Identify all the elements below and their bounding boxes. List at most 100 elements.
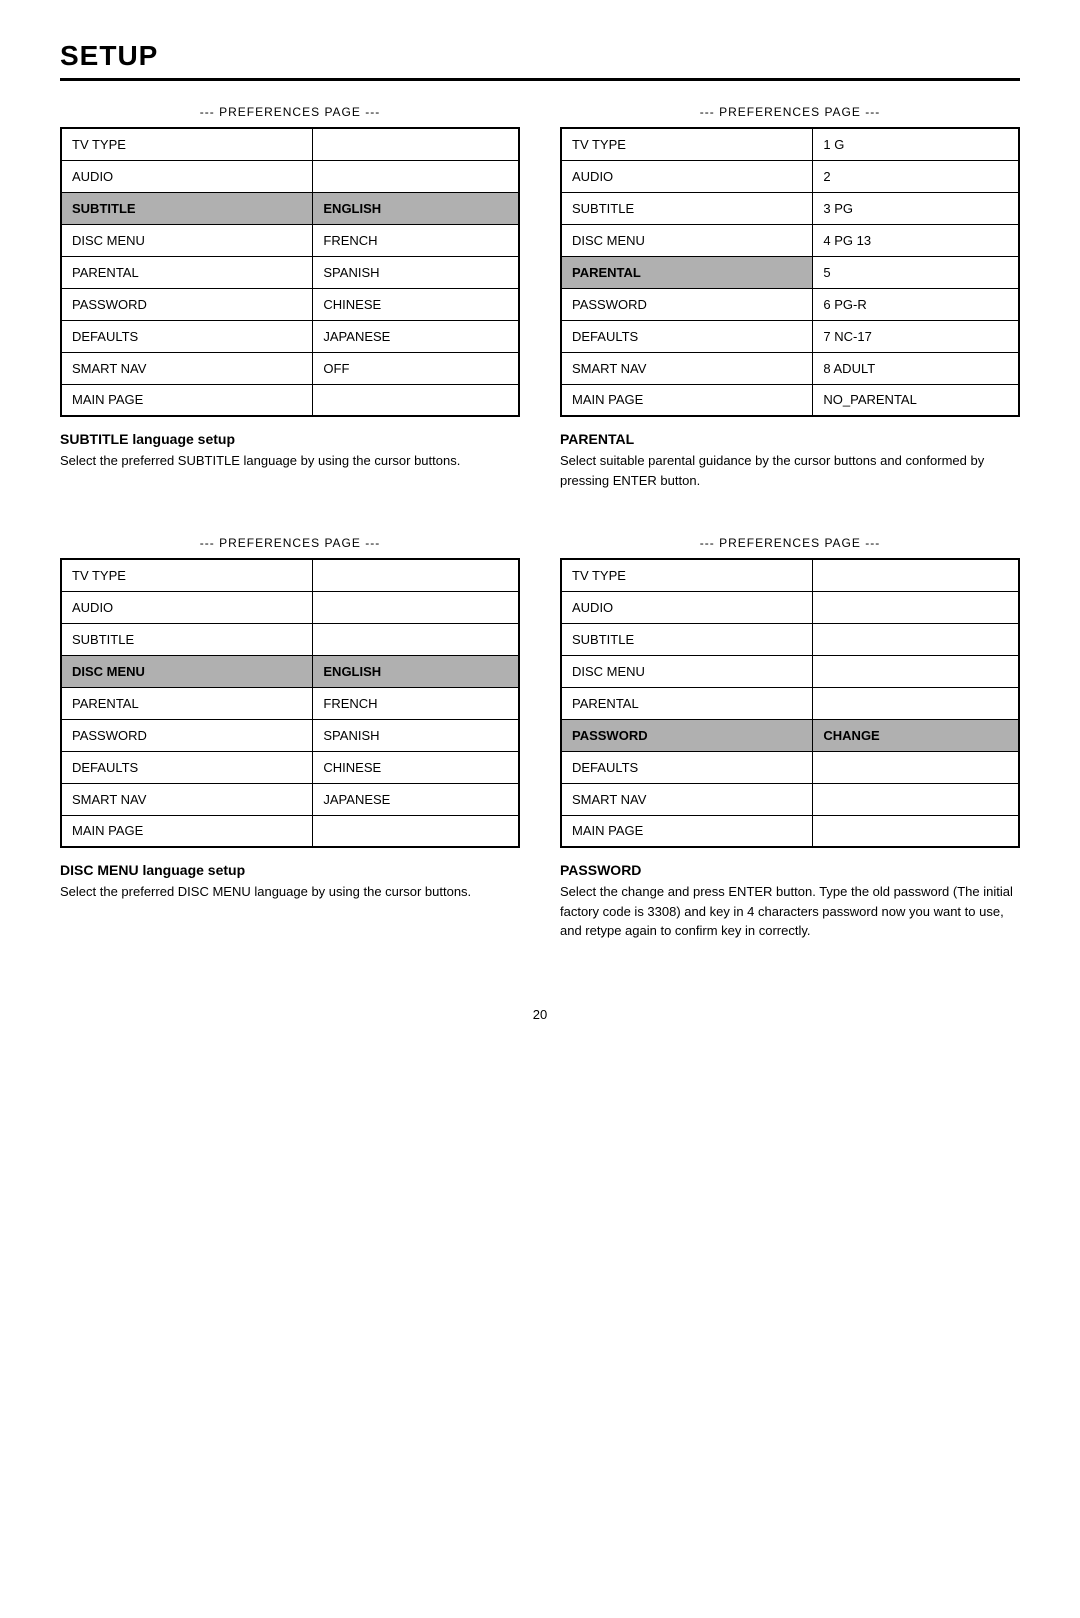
cell-right-8 (313, 384, 519, 416)
cell-right-7: OFF (313, 352, 519, 384)
table-row: PARENTALFRENCH (61, 687, 519, 719)
cell-right-2 (813, 623, 1019, 655)
pref-table-bottom-right: TV TYPEAUDIOSUBTITLEDISC MENUPARENTALPAS… (560, 558, 1020, 848)
cell-right-4: 5 (813, 256, 1019, 288)
table-row: DISC MENU4 PG 13 (561, 224, 1019, 256)
table-row: AUDIO (561, 591, 1019, 623)
desc-text-top-right: Select suitable parental guidance by the… (560, 451, 1020, 490)
cell-right-5: SPANISH (313, 719, 519, 751)
description-top-right: PARENTAL Select suitable parental guidanc… (560, 431, 1020, 490)
top-row: --- PREFERENCES PAGE ---TV TYPEAUDIOSUBT… (60, 105, 1020, 526)
table-row: TV TYPE (61, 128, 519, 160)
table-row: DEFAULTS (561, 751, 1019, 783)
cell-right-5: 6 PG-R (813, 288, 1019, 320)
preferences-label-top-left: --- PREFERENCES PAGE --- (60, 105, 520, 119)
cell-right-5: CHANGE (813, 719, 1019, 751)
cell-right-3: 4 PG 13 (813, 224, 1019, 256)
cell-right-6: 7 NC-17 (813, 320, 1019, 352)
table-row: PARENTAL5 (561, 256, 1019, 288)
cell-left-2: SUBTITLE (61, 623, 313, 655)
table-row: PARENTALSPANISH (61, 256, 519, 288)
cell-right-8: NO_PARENTAL (813, 384, 1019, 416)
description-top-left: SUBTITLE language setup Select the prefer… (60, 431, 520, 471)
desc-title-top-left: SUBTITLE language setup (60, 431, 520, 447)
table-row: AUDIO2 (561, 160, 1019, 192)
table-row: DISC MENUENGLISH (61, 655, 519, 687)
table-row: AUDIO (61, 591, 519, 623)
bottom-row: --- PREFERENCES PAGE ---TV TYPEAUDIOSUBT… (60, 536, 1020, 977)
cell-left-5: PASSWORD (61, 288, 313, 320)
cell-left-7: SMART NAV (561, 783, 813, 815)
cell-right-8 (313, 815, 519, 847)
table-row: SUBTITLE3 PG (561, 192, 1019, 224)
cell-right-3 (813, 655, 1019, 687)
cell-right-1: 2 (813, 160, 1019, 192)
cell-left-8: MAIN PAGE (61, 384, 313, 416)
table-row: DEFAULTSJAPANESE (61, 320, 519, 352)
cell-left-7: SMART NAV (61, 352, 313, 384)
pref-table-top-left: TV TYPEAUDIOSUBTITLEENGLISHDISC MENUFREN… (60, 127, 520, 417)
cell-left-7: SMART NAV (561, 352, 813, 384)
table-row: MAIN PAGENO_PARENTAL (561, 384, 1019, 416)
table-row: TV TYPE1 G (561, 128, 1019, 160)
cell-left-0: TV TYPE (561, 128, 813, 160)
section-top-left: --- PREFERENCES PAGE ---TV TYPEAUDIOSUBT… (60, 105, 520, 526)
table-row: SUBTITLE (61, 623, 519, 655)
cell-right-1 (313, 591, 519, 623)
table-row: SUBTITLE (561, 623, 1019, 655)
cell-left-7: SMART NAV (61, 783, 313, 815)
section-bottom-left: --- PREFERENCES PAGE ---TV TYPEAUDIOSUBT… (60, 536, 520, 977)
desc-title-bottom-right: PASSWORD (560, 862, 1020, 878)
cell-right-7: 8 ADULT (813, 352, 1019, 384)
cell-right-0 (313, 128, 519, 160)
preferences-label-bottom-right: --- PREFERENCES PAGE --- (560, 536, 1020, 550)
cell-left-4: PARENTAL (561, 256, 813, 288)
cell-left-4: PARENTAL (61, 687, 313, 719)
cell-left-8: MAIN PAGE (561, 384, 813, 416)
desc-title-top-right: PARENTAL (560, 431, 1020, 447)
cell-right-2: 3 PG (813, 192, 1019, 224)
description-bottom-right: PASSWORD Select the change and press ENTE… (560, 862, 1020, 941)
table-row: MAIN PAGE (61, 815, 519, 847)
table-row: SMART NAV (561, 783, 1019, 815)
table-row: AUDIO (61, 160, 519, 192)
cell-right-5: CHINESE (313, 288, 519, 320)
cell-left-1: AUDIO (561, 591, 813, 623)
cell-right-3: ENGLISH (313, 655, 519, 687)
table-row: DEFAULTSCHINESE (61, 751, 519, 783)
cell-right-6 (813, 751, 1019, 783)
cell-left-5: PASSWORD (61, 719, 313, 751)
cell-left-8: MAIN PAGE (61, 815, 313, 847)
cell-left-3: DISC MENU (561, 655, 813, 687)
pref-table-top-right: TV TYPE1 GAUDIO2SUBTITLE3 PGDISC MENU4 P… (560, 127, 1020, 417)
cell-left-1: AUDIO (561, 160, 813, 192)
table-row: DEFAULTS7 NC-17 (561, 320, 1019, 352)
cell-left-3: DISC MENU (61, 224, 313, 256)
cell-right-0 (313, 559, 519, 591)
cell-left-0: TV TYPE (61, 559, 313, 591)
section-bottom-right: --- PREFERENCES PAGE --- TV TYPEAUDIOSUBT… (560, 536, 1020, 977)
cell-right-0: 1 G (813, 128, 1019, 160)
desc-text-bottom-right: Select the change and press ENTER button… (560, 882, 1020, 941)
cell-left-1: AUDIO (61, 160, 313, 192)
table-row: PARENTAL (561, 687, 1019, 719)
table-row: SMART NAVJAPANESE (61, 783, 519, 815)
table-row: DISC MENU (561, 655, 1019, 687)
cell-right-4: FRENCH (313, 687, 519, 719)
table-row: TV TYPE (61, 559, 519, 591)
table-row: MAIN PAGE (561, 815, 1019, 847)
table-row: SMART NAV8 ADULT (561, 352, 1019, 384)
cell-left-0: TV TYPE (61, 128, 313, 160)
cell-left-4: PARENTAL (561, 687, 813, 719)
cell-left-6: DEFAULTS (61, 751, 313, 783)
cell-left-5: PASSWORD (561, 288, 813, 320)
table-row: PASSWORDCHANGE (561, 719, 1019, 751)
cell-right-1 (313, 160, 519, 192)
cell-right-6: CHINESE (313, 751, 519, 783)
description-bottom-left: DISC MENU language setupSelect the prefe… (60, 862, 520, 902)
table-row: TV TYPE (561, 559, 1019, 591)
table-row: PASSWORDCHINESE (61, 288, 519, 320)
desc-text-top-left: Select the preferred SUBTITLE language b… (60, 451, 520, 471)
cell-left-0: TV TYPE (561, 559, 813, 591)
desc-title-bottom-left: DISC MENU language setup (60, 862, 520, 878)
